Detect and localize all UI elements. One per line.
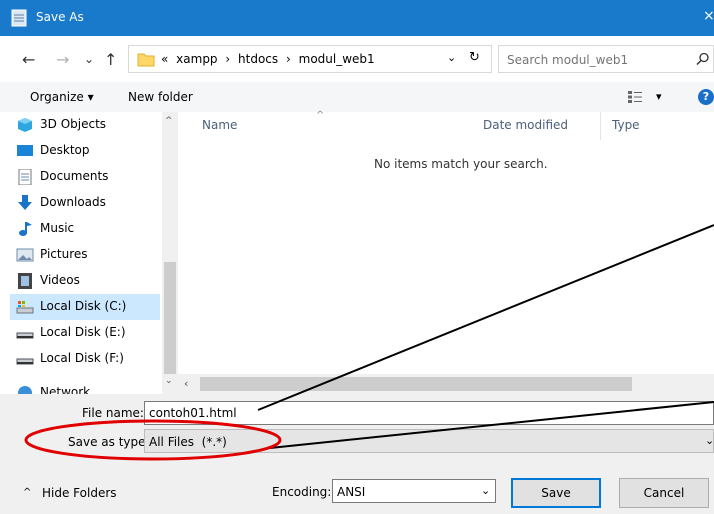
3d-objects-icon (18, 118, 32, 132)
search-icon[interactable] (696, 52, 710, 66)
encoding-value[interactable]: ANSI (337, 485, 365, 499)
help-button[interactable]: ? (698, 89, 714, 105)
tree-item-network[interactable]: Network (14, 380, 162, 394)
tree-item-pictures[interactable]: Pictures (14, 242, 162, 268)
up-button[interactable]: ↑ (104, 50, 117, 69)
encoding-select[interactable]: ANSI ⌄ (332, 479, 496, 503)
chevron-down-icon[interactable]: ⌄ (705, 434, 714, 447)
breadcrumb-item[interactable]: htdocs (238, 52, 278, 66)
tree-item-local-disk-c[interactable]: Local Disk (C:) (10, 294, 160, 320)
drive-icon (16, 332, 34, 339)
tree-scrollbar[interactable]: ^ ⌄ (162, 112, 178, 394)
column-header-type[interactable]: Type (612, 118, 640, 132)
tree-item-documents[interactable]: Documents (14, 164, 162, 190)
title-bar: Save As × (0, 0, 714, 36)
network-icon (18, 386, 32, 394)
empty-state-message: No items match your search. (374, 157, 548, 171)
recent-locations-button[interactable]: ⌄ (84, 52, 94, 66)
search-box[interactable] (498, 45, 714, 73)
hide-folders-button[interactable]: Hide Folders (42, 486, 117, 500)
tree-scrollbar-thumb[interactable] (164, 262, 176, 374)
tree-item-label: Network (40, 385, 91, 394)
column-divider[interactable] (600, 112, 601, 140)
sort-ascending-icon: ^ (316, 110, 325, 121)
notepad-icon (11, 9, 27, 27)
column-header-date-modified[interactable]: Date modified (483, 118, 568, 132)
save-as-type-select[interactable]: All Files (*.*) ⌄ (144, 429, 714, 453)
file-name-label: File name: (82, 406, 144, 420)
tree-item-music[interactable]: Music (14, 216, 162, 242)
tree-item-videos[interactable]: Videos (14, 268, 162, 294)
close-button[interactable]: × (703, 8, 714, 24)
folder-icon (137, 53, 155, 67)
drive-icon (16, 358, 34, 365)
tree-item-label: Local Disk (C:) (40, 299, 127, 313)
command-bar: Organize ▾ New folder ▾ ? (0, 82, 714, 112)
breadcrumb-overflow[interactable]: « (161, 52, 168, 66)
back-button[interactable]: ← (22, 50, 35, 69)
breadcrumb-item[interactable]: modul_web1 (299, 52, 375, 66)
tree-item-label: Documents (40, 169, 109, 183)
documents-icon (18, 169, 32, 185)
tree-item-label: Pictures (40, 247, 88, 261)
tree-item-desktop[interactable]: Desktop (14, 138, 162, 164)
tree-item-label: Local Disk (E:) (40, 325, 126, 339)
scroll-up-arrow-icon[interactable]: ^ (165, 116, 173, 126)
view-options-icon[interactable] (628, 91, 642, 103)
breadcrumb-item[interactable]: xampp (176, 52, 217, 66)
videos-icon (18, 273, 32, 289)
files-horizontal-scrollbar[interactable]: ‹ (178, 374, 714, 394)
pictures-icon (16, 248, 34, 262)
column-header-name[interactable]: Name (202, 118, 237, 132)
encoding-label: Encoding: (272, 485, 332, 499)
tree-item-local-disk-f[interactable]: Local Disk (F:) (14, 346, 162, 372)
tree-item-label: Desktop (40, 143, 90, 157)
drive-c-icon (16, 301, 34, 314)
address-bar[interactable]: « xampp › htdocs › modul_web1 ⌄ ↻ (128, 45, 492, 73)
breadcrumb: « xampp › htdocs › modul_web1 (161, 52, 375, 66)
chevron-down-icon[interactable]: ⌄ (481, 484, 490, 497)
refresh-button[interactable]: ↻ (469, 50, 480, 65)
cancel-button[interactable]: Cancel (619, 478, 709, 508)
horizontal-scrollbar-thumb[interactable] (200, 377, 632, 391)
downloads-icon (18, 195, 32, 210)
search-input[interactable] (505, 50, 689, 70)
tree-item-local-disk-e[interactable]: Local Disk (E:) (14, 320, 162, 346)
tree-item-label: Music (40, 221, 75, 235)
save-button[interactable]: Save (511, 478, 601, 508)
file-name-field[interactable]: contoh01.html (144, 401, 714, 425)
file-name-value[interactable]: contoh01.html (149, 406, 237, 420)
navigation-pane[interactable]: 3D Objects Desktop Documents Downloads M… (0, 112, 162, 394)
tree-item-label: Local Disk (F:) (40, 351, 124, 365)
breadcrumb-separator[interactable]: › (286, 52, 291, 66)
chevron-up-icon[interactable]: ^ (23, 487, 31, 498)
tree-item-label: Downloads (40, 195, 106, 209)
chevron-down-icon[interactable]: ⌄ (447, 51, 456, 64)
view-dropdown[interactable]: ▾ (656, 90, 662, 103)
organize-button[interactable]: Organize ▾ (30, 90, 94, 104)
tree-item-3d-objects[interactable]: 3D Objects (14, 112, 162, 138)
tree-item-downloads[interactable]: Downloads (14, 190, 162, 216)
scroll-down-arrow-icon[interactable]: ⌄ (165, 376, 173, 386)
tree-item-label: Videos (40, 273, 80, 287)
save-as-type-value[interactable]: All Files (*.*) (149, 435, 227, 449)
music-icon (19, 222, 32, 236)
new-folder-button[interactable]: New folder (128, 90, 193, 104)
save-as-type-label: Save as type: (68, 435, 150, 449)
tree-item-label: 3D Objects (40, 117, 107, 131)
breadcrumb-separator[interactable]: › (225, 52, 230, 66)
scroll-left-arrow-icon[interactable]: ‹ (184, 377, 188, 390)
desktop-icon (17, 145, 33, 156)
forward-button[interactable]: → (56, 50, 69, 69)
window-title: Save As (36, 10, 84, 24)
